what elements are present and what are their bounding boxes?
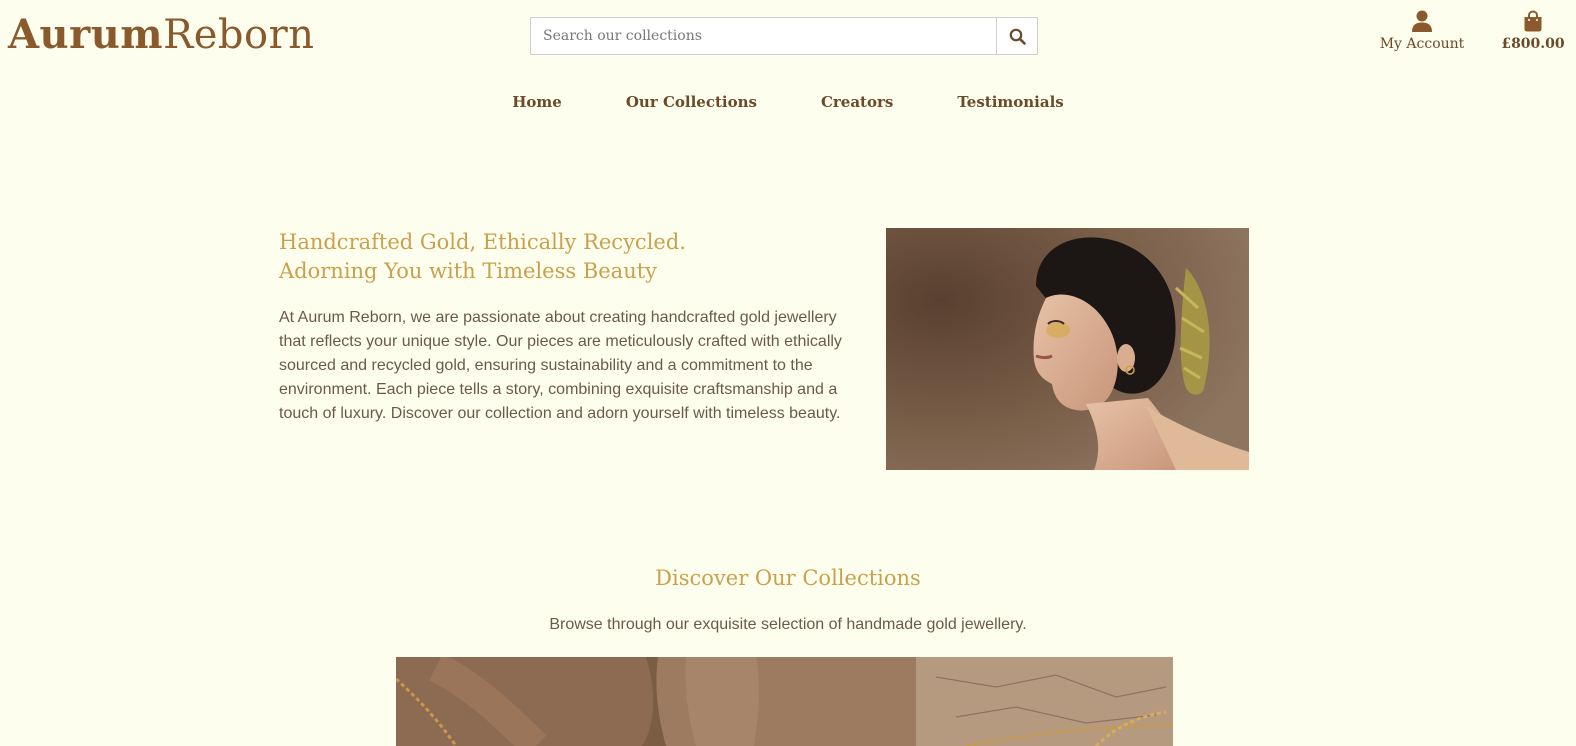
brand-logo[interactable]: AurumReborn xyxy=(8,10,314,60)
search-icon xyxy=(1009,28,1026,45)
collections-title: Discover Our Collections xyxy=(655,566,921,590)
hero-body: At Aurum Reborn, we are passionate about… xyxy=(279,309,842,422)
main-nav: Home Our Collections Creators Testimonia… xyxy=(0,92,1576,112)
hero-section: Handcrafted Gold, Ethically Recycled. Ad… xyxy=(279,228,859,426)
nav-item-our-collections[interactable]: Our Collections xyxy=(594,92,789,112)
my-account-link[interactable]: My Account xyxy=(1372,10,1472,52)
hero-title-line2: Adorning You with Timeless Beauty xyxy=(279,259,658,283)
my-account-label: My Account xyxy=(1379,36,1465,52)
search-button[interactable] xyxy=(996,18,1037,54)
nav-item-creators[interactable]: Creators xyxy=(789,92,925,112)
bag-total: £800.00 xyxy=(1501,36,1565,52)
nav-item-testimonials[interactable]: Testimonials xyxy=(925,92,1095,112)
hero-image xyxy=(886,228,1249,470)
shopping-bag-link[interactable]: £800.00 xyxy=(1498,10,1568,52)
brand-name-light: Reborn xyxy=(163,12,315,58)
collections-banner-image[interactable] xyxy=(396,657,1173,746)
search-input[interactable] xyxy=(531,18,996,54)
shopping-bag-icon xyxy=(1524,10,1542,32)
user-icon xyxy=(1412,10,1432,32)
search-bar xyxy=(530,17,1038,55)
brand-name-bold: Aurum xyxy=(8,11,164,58)
nav-item-home[interactable]: Home xyxy=(480,92,594,112)
hero-title: Handcrafted Gold, Ethically Recycled. Ad… xyxy=(279,228,859,286)
collections-subtitle: Browse through our exquisite selection o… xyxy=(549,616,1027,633)
hero-title-line1: Handcrafted Gold, Ethically Recycled. xyxy=(279,230,686,254)
